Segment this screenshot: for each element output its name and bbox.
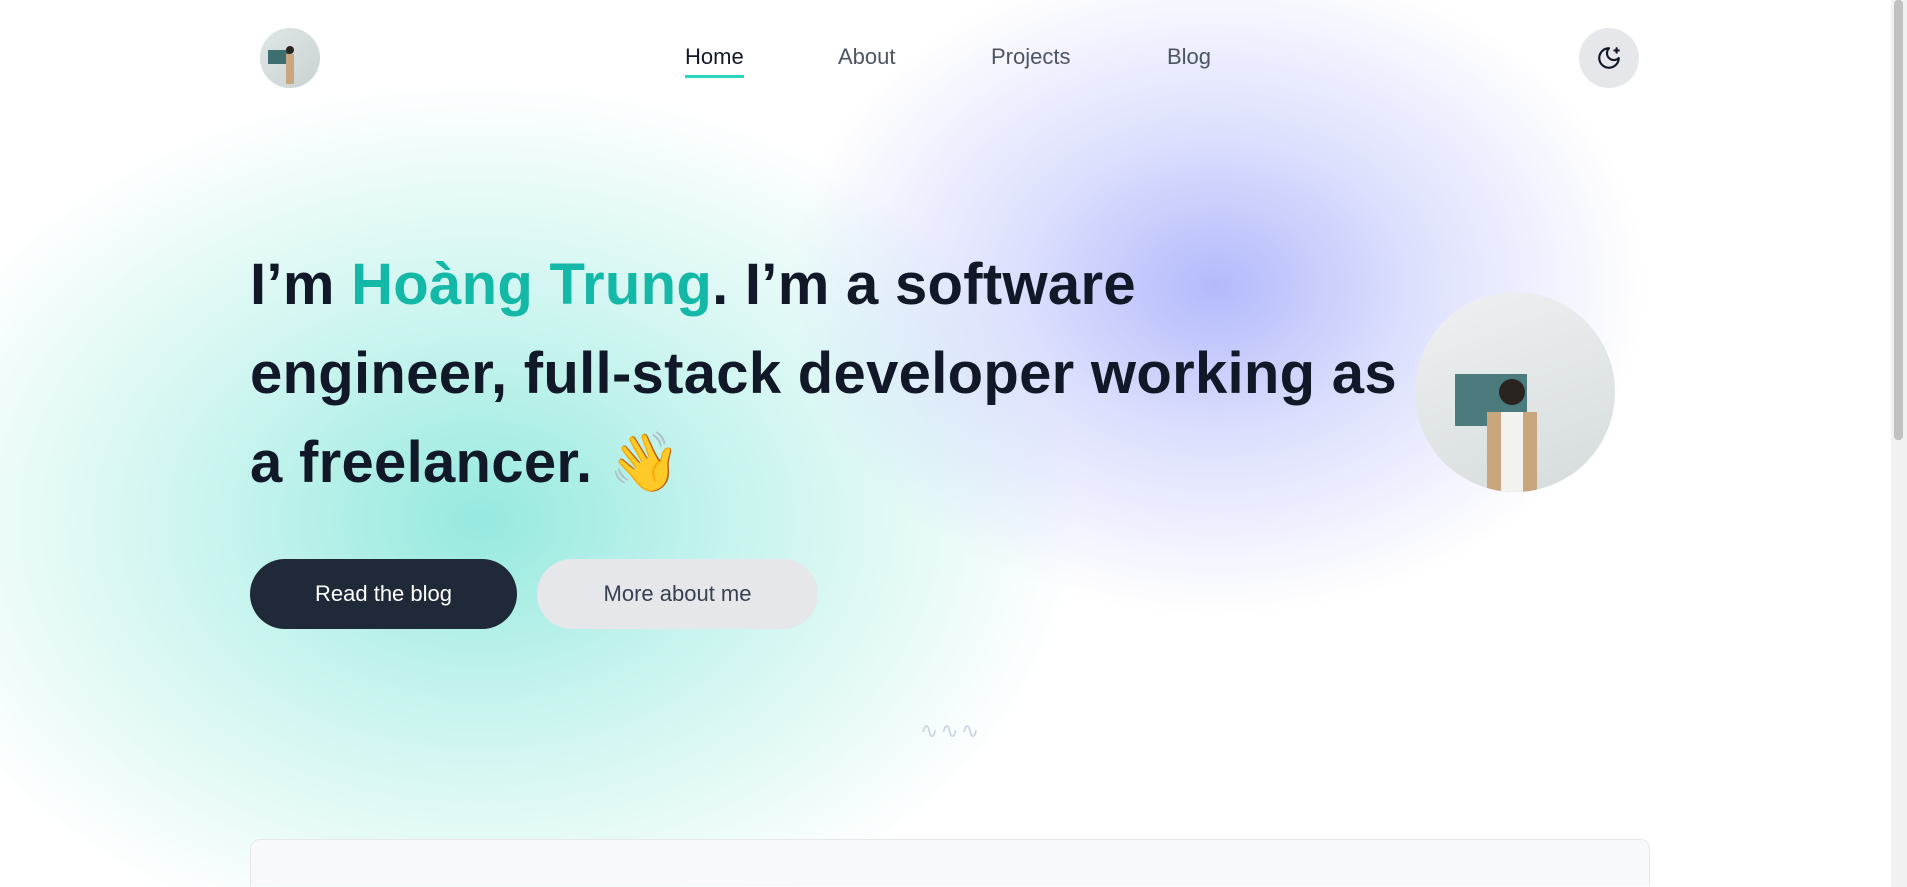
- moon-star-icon: [1598, 47, 1620, 69]
- hero-heading: I’m Hoàng Trung. I’m a software engineer…: [250, 240, 1400, 507]
- intro-prefix: I’m: [250, 252, 352, 317]
- nav-about[interactable]: About: [838, 44, 896, 70]
- theme-toggle-button[interactable]: [1579, 28, 1639, 88]
- more-about-me-button[interactable]: More about me: [537, 559, 818, 629]
- nav-blog[interactable]: Blog: [1167, 44, 1211, 70]
- section-divider: ∿∿∿: [920, 718, 982, 743]
- read-blog-button[interactable]: Read the blog: [250, 559, 517, 629]
- scrollbar[interactable]: [1891, 0, 1907, 887]
- profile-photo: [1415, 292, 1615, 492]
- waving-hand-icon: 👋: [608, 430, 682, 495]
- content-card: [250, 839, 1650, 886]
- nav-home[interactable]: Home: [685, 44, 744, 78]
- scrollbar-thumb[interactable]: [1894, 0, 1903, 440]
- author-name: Hoàng Trung: [351, 252, 713, 317]
- nav-projects[interactable]: Projects: [991, 44, 1070, 70]
